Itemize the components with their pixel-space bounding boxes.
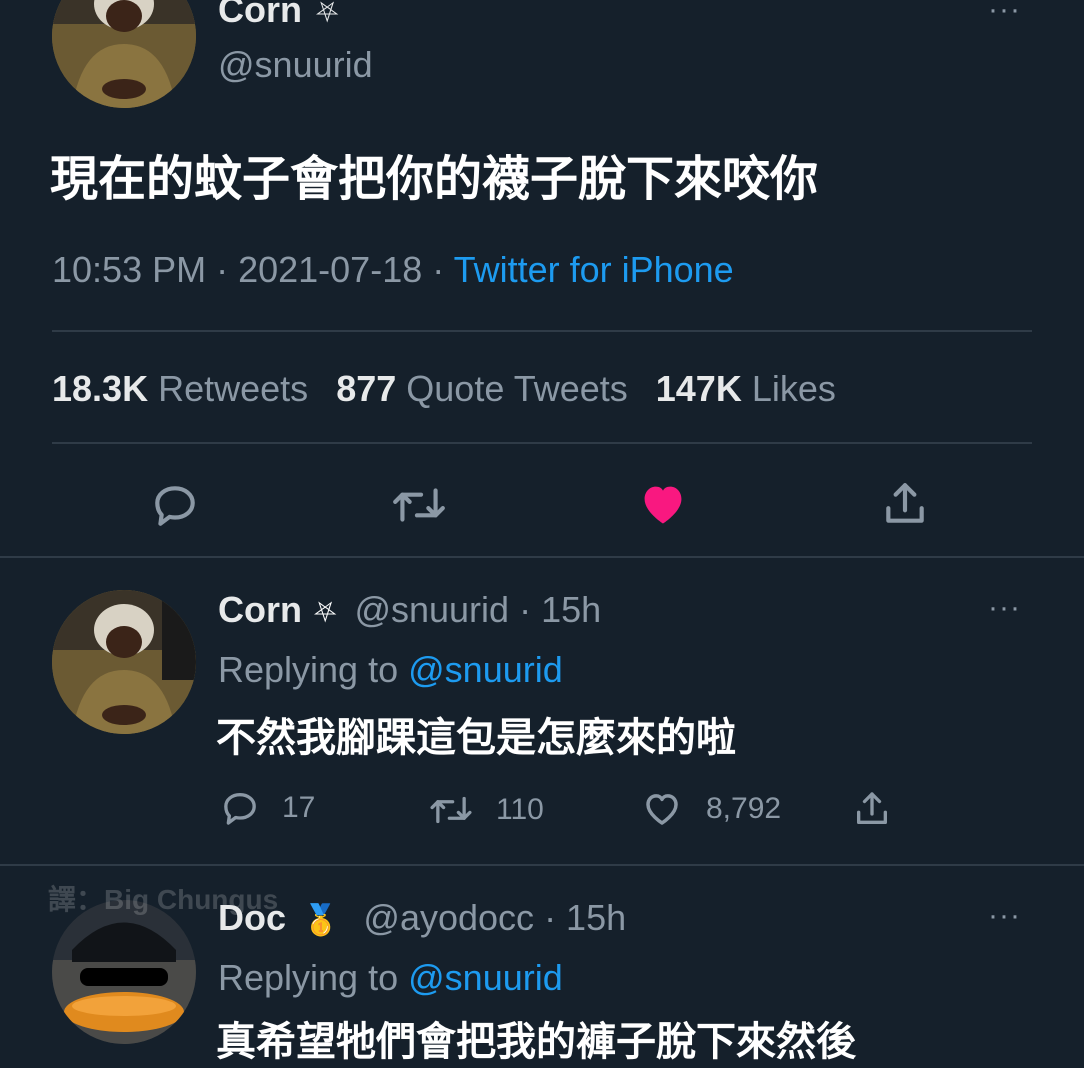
more-options-icon[interactable]: ··· (988, 593, 1021, 623)
like-button[interactable]: 8,792 (640, 788, 781, 830)
retweets-count: 18.3K (52, 368, 149, 409)
quotes-label: Quote Tweets (406, 368, 628, 409)
replying-to-handle[interactable]: @snuurid (408, 649, 563, 690)
author-handle[interactable]: @snuurid (354, 589, 509, 630)
likes-label: Likes (751, 368, 836, 409)
pentagram-icon: ⛧ (314, 597, 337, 628)
gold-medal-icon: 🥇 (302, 904, 340, 937)
reply-icon (155, 486, 195, 526)
avatar[interactable] (52, 900, 196, 1044)
share-button[interactable] (852, 788, 892, 830)
reply-text: 真希望牠們會把我的褲子脫下來然後 (216, 1020, 856, 1064)
retweet-count: 110 (496, 793, 544, 826)
likes-stat[interactable]: 147K Likes (656, 368, 836, 409)
reply-button[interactable] (150, 480, 200, 530)
author-name[interactable]: Corn (218, 589, 302, 630)
heart-filled-icon (644, 486, 682, 524)
heart-icon (646, 794, 678, 825)
timestamp-text: 10:53 PM · 2021-07-18 · (52, 249, 454, 290)
author-name[interactable]: Doc (218, 897, 286, 938)
tweet-timestamp: 10:53 PM · 2021-07-18 · Twitter for iPho… (52, 248, 734, 292)
replying-to: Replying to @snuurid (218, 956, 563, 1000)
tweet-source-link[interactable]: Twitter for iPhone (454, 249, 734, 290)
retweet-icon (430, 796, 472, 824)
share-icon (886, 483, 924, 523)
retweets-label: Retweets (158, 368, 309, 409)
reply-time[interactable]: · 15h (544, 897, 626, 938)
author-handle[interactable]: @ayodocc (363, 897, 534, 938)
pentagram-icon: ⛧ (316, 0, 339, 28)
reply-header: Doc 🥇 @ayodocc · 15h (218, 896, 626, 943)
more-options-icon[interactable]: ··· (988, 0, 1021, 25)
quotes-count: 877 (336, 368, 397, 409)
reply-header: Corn ⛧ @snuurid · 15h (218, 588, 601, 635)
tweet-text: 現在的蚊子會把你的襪子脫下來咬你 (50, 153, 819, 206)
reply-time[interactable]: · 15h (519, 589, 601, 630)
divider (0, 556, 1084, 558)
reply-icon (224, 793, 256, 825)
avatar[interactable] (52, 0, 196, 108)
retweets-stat[interactable]: 18.3K Retweets (52, 368, 308, 409)
replying-to-label: Replying to (218, 957, 399, 998)
tweet-stats: 18.3K Retweets 877 Quote Tweets 147K Lik… (52, 366, 836, 412)
divider (0, 864, 1084, 866)
reply-button[interactable]: 17 (220, 788, 315, 828)
author-name[interactable]: Corn ⛧ (218, 0, 338, 33)
quotes-stat[interactable]: 877 Quote Tweets (336, 368, 628, 409)
retweet-icon (393, 488, 445, 522)
retweet-button[interactable] (390, 480, 448, 530)
like-count: 8,792 (706, 792, 782, 825)
share-button[interactable] (880, 478, 930, 530)
divider (52, 442, 1032, 444)
replying-to-handle[interactable]: @snuurid (408, 957, 563, 998)
more-options-icon[interactable]: ··· (988, 901, 1021, 931)
divider (52, 330, 1032, 332)
replying-to-label: Replying to (218, 649, 399, 690)
reply-text: 不然我腳踝這包是怎麼來的啦 (216, 716, 736, 760)
author-handle[interactable]: @snuurid (218, 44, 373, 86)
reply-count: 17 (282, 791, 316, 824)
author-name-text[interactable]: Corn (218, 0, 302, 30)
retweet-button[interactable]: 110 (428, 790, 544, 830)
like-button[interactable] (636, 478, 690, 530)
replying-to: Replying to @snuurid (218, 648, 563, 692)
likes-count: 147K (655, 368, 742, 409)
avatar[interactable] (52, 590, 196, 734)
share-icon (857, 792, 887, 824)
